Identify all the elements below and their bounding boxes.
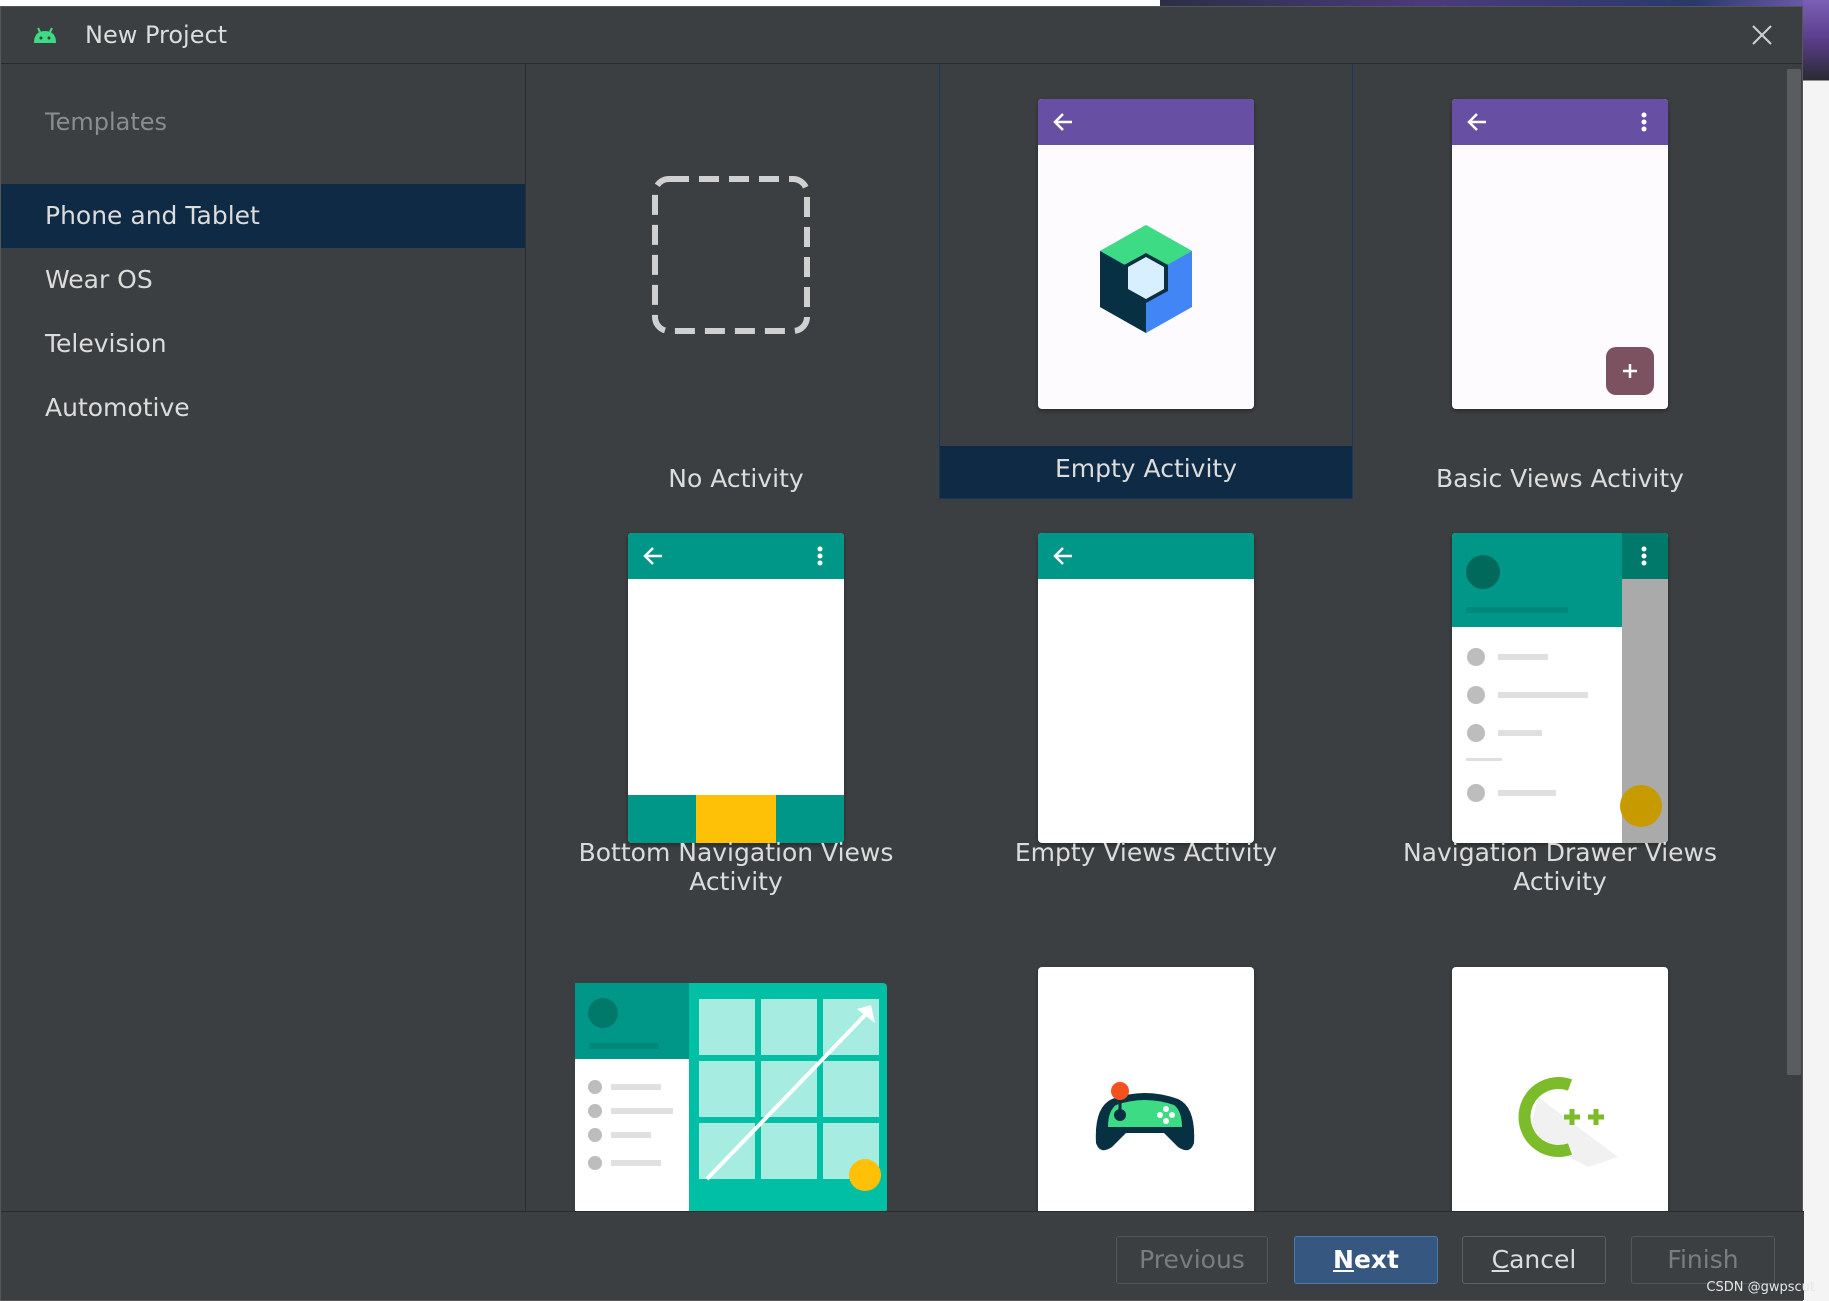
- next-button[interactable]: Next: [1294, 1236, 1438, 1284]
- cancel-label-rest: ancel: [1509, 1245, 1577, 1274]
- compose-hexagon-icon: [1100, 225, 1192, 333]
- phone-preview: [1038, 99, 1254, 409]
- template-native-cpp[interactable]: [1354, 932, 1766, 1212]
- overflow-menu-icon: [1641, 546, 1647, 566]
- sidebar-item-television[interactable]: Television: [1, 312, 525, 376]
- sidebar-item-phone-and-tablet[interactable]: Phone and Tablet: [1, 184, 525, 248]
- android-icon: [34, 27, 56, 43]
- close-icon[interactable]: [1750, 23, 1774, 47]
- template-empty-activity[interactable]: Empty Activity: [939, 64, 1353, 499]
- nav-drawer-icon: [1452, 533, 1668, 843]
- watermark: CSDN @gwpscut: [1706, 1280, 1815, 1295]
- back-arrow-icon: [1053, 113, 1072, 131]
- template-label: Navigation Drawer Views Activity: [1402, 838, 1718, 896]
- template-empty-views-activity[interactable]: Empty Views Activity: [940, 498, 1352, 932]
- back-arrow-icon: [1053, 547, 1072, 565]
- blank-screen-icon: [1038, 533, 1254, 843]
- game-controller-icon: [1095, 1082, 1195, 1151]
- category-sidebar: Templates Phone and Tablet Wear OS Telev…: [1, 64, 526, 1212]
- template-responsive-views-activity[interactable]: [530, 932, 942, 1212]
- sidebar-item-automotive[interactable]: Automotive: [1, 376, 525, 440]
- dialog-footer: Previous Next Cancel Finish: [1, 1211, 1804, 1300]
- dashed-square-icon: [652, 176, 810, 334]
- template-bottom-navigation-views-activity[interactable]: Bottom Navigation Views Activity: [530, 498, 942, 932]
- window-title: New Project: [85, 21, 228, 49]
- fab-plus-icon: [1606, 347, 1654, 395]
- template-label: No Activity: [668, 464, 804, 493]
- templates-header: Templates: [45, 108, 168, 136]
- template-navigation-drawer-views-activity[interactable]: Navigation Drawer Views Activity: [1354, 498, 1766, 932]
- template-gallery: No Activity Empty Activity Basic Views A…: [526, 64, 1790, 1212]
- title-bar: New Project: [1, 7, 1802, 64]
- cancel-button[interactable]: Cancel: [1462, 1236, 1606, 1284]
- phone-preview: [628, 533, 844, 843]
- template-game-activity[interactable]: [940, 932, 1352, 1212]
- template-label: Empty Activity: [1054, 454, 1238, 483]
- template-basic-views-activity[interactable]: Basic Views Activity: [1354, 64, 1766, 498]
- overflow-menu-icon: [1641, 112, 1647, 132]
- back-arrow-icon: [1467, 113, 1486, 131]
- previous-button[interactable]: Previous: [1116, 1236, 1268, 1284]
- phone-preview: [1038, 967, 1254, 1212]
- phone-preview: [1452, 967, 1668, 1212]
- overflow-menu-icon: [817, 546, 823, 566]
- bottom-nav-icon: [628, 795, 844, 843]
- responsive-grid-icon: [575, 983, 887, 1212]
- background-wallpaper-edge: [1803, 0, 1829, 1301]
- template-no-activity[interactable]: No Activity: [530, 64, 942, 498]
- back-arrow-icon: [643, 547, 662, 565]
- cancel-mnemonic: C: [1491, 1245, 1510, 1274]
- sidebar-item-wear-os[interactable]: Wear OS: [1, 248, 525, 312]
- new-project-dialog: New Project Templates Phone and Tablet W…: [0, 6, 1804, 1301]
- next-mnemonic: N: [1333, 1245, 1354, 1274]
- template-label: Basic Views Activity: [1436, 464, 1684, 493]
- next-label-rest: ext: [1353, 1245, 1399, 1274]
- gallery-scrollbar[interactable]: [1787, 69, 1801, 1075]
- finish-button[interactable]: Finish: [1631, 1236, 1775, 1284]
- phone-preview: [1452, 99, 1668, 409]
- template-label: Empty Views Activity: [1014, 838, 1278, 867]
- cpp-icon: [1518, 1077, 1618, 1167]
- template-label: Bottom Navigation Views Activity: [578, 838, 894, 896]
